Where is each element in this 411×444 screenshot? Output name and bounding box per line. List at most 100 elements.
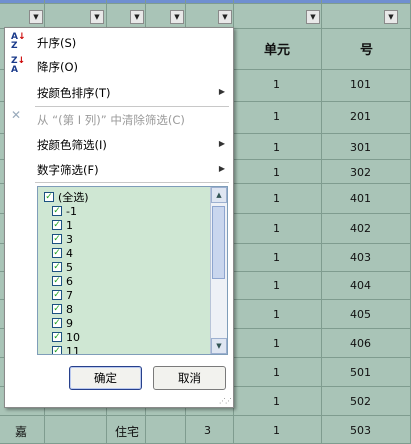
cell-unit[interactable]: 1 bbox=[273, 366, 280, 379]
cancel-button[interactable]: 取消 bbox=[153, 366, 226, 390]
cell-number[interactable]: 501 bbox=[350, 366, 371, 379]
cell-unit[interactable]: 1 bbox=[273, 166, 280, 179]
sort-ascending-icon: A↓ Z bbox=[11, 32, 26, 51]
cell-unit[interactable]: 1 bbox=[273, 337, 280, 350]
scroll-up-icon[interactable]: ▲ bbox=[211, 187, 227, 203]
cell-number[interactable]: 502 bbox=[350, 395, 371, 408]
menu-label: 降序(O) bbox=[37, 60, 79, 74]
cell-unit[interactable]: 1 bbox=[273, 251, 280, 264]
cell-number[interactable]: 402 bbox=[350, 222, 371, 235]
checkbox-checked[interactable]: ✓ bbox=[52, 234, 62, 244]
list-item[interactable]: ✓ 8 bbox=[52, 302, 73, 316]
menu-number-filters[interactable]: 数字筛选(F) ▶ bbox=[5, 158, 233, 180]
cell-c[interactable]: 住宅 bbox=[115, 423, 139, 440]
cell-number[interactable]: 401 bbox=[350, 192, 371, 205]
resize-grip-icon[interactable]: ⋰⋰ bbox=[219, 397, 232, 405]
menu-label: 数字筛选(F) bbox=[37, 163, 99, 177]
list-item-label: 1 bbox=[66, 218, 73, 232]
sort-descending-icon: Z↓ A bbox=[11, 56, 26, 75]
list-item[interactable]: ✓ 5 bbox=[52, 260, 73, 274]
list-item[interactable]: ✓ 10 bbox=[52, 330, 80, 344]
filter-dropdown-button[interactable]: ▼ bbox=[218, 10, 232, 24]
list-item[interactable]: ✓ 11 bbox=[52, 344, 80, 355]
cell-number[interactable]: 301 bbox=[350, 141, 371, 154]
list-scrollbar[interactable]: ▲ ▼ bbox=[210, 187, 227, 354]
cell-e[interactable]: 3 bbox=[204, 424, 211, 437]
checkbox-checked[interactable]: ✓ bbox=[52, 318, 62, 328]
filter-dropdown-button[interactable]: ▼ bbox=[29, 10, 43, 24]
submenu-arrow-icon: ▶ bbox=[218, 87, 225, 96]
cell-number[interactable]: 406 bbox=[350, 337, 371, 350]
menu-sort-ascending[interactable]: A↓ Z 升序(S) bbox=[5, 31, 233, 53]
menu-label: 按颜色筛选(I) bbox=[37, 138, 107, 152]
menu-label: 从 “(第 I 列)” 中清除筛选(C) bbox=[37, 113, 185, 127]
filter-dropdown-button[interactable]: ▼ bbox=[384, 10, 398, 24]
list-item-label: 6 bbox=[66, 274, 73, 288]
cell-unit[interactable]: 1 bbox=[273, 395, 280, 408]
menu-separator bbox=[35, 106, 229, 107]
cell-unit[interactable]: 1 bbox=[273, 141, 280, 154]
list-item-select-all[interactable]: ✓ (全选) bbox=[44, 190, 89, 204]
cell-number[interactable]: 403 bbox=[350, 251, 371, 264]
list-item-label: 11 bbox=[66, 344, 80, 355]
checkbox-checked[interactable]: ✓ bbox=[52, 248, 62, 258]
ok-button[interactable]: 确定 bbox=[69, 366, 142, 390]
cell-a[interactable]: 嘉 bbox=[15, 423, 27, 440]
list-item[interactable]: ✓ 3 bbox=[52, 232, 73, 246]
cell-number[interactable]: 405 bbox=[350, 308, 371, 321]
checkbox-checked[interactable]: ✓ bbox=[52, 346, 62, 354]
list-item-label: 3 bbox=[66, 232, 73, 246]
scrollbar-thumb[interactable] bbox=[212, 206, 225, 279]
cell-number[interactable]: 404 bbox=[350, 279, 371, 292]
menu-clear-filter: ✕ 从 “(第 I 列)” 中清除筛选(C) bbox=[5, 108, 233, 130]
menu-sort-descending[interactable]: Z↓ A 降序(O) bbox=[5, 55, 233, 77]
list-item[interactable]: ✓ 6 bbox=[52, 274, 73, 288]
autofilter-menu: A↓ Z 升序(S) Z↓ A 降序(O) 按颜色排序(T) ▶ ✕ 从 “(第 I… bbox=[4, 27, 234, 408]
cell-unit[interactable]: 1 bbox=[273, 192, 280, 205]
list-item[interactable]: ✓ 7 bbox=[52, 288, 73, 302]
checkbox-checked[interactable]: ✓ bbox=[52, 276, 62, 286]
cell-unit[interactable]: 1 bbox=[273, 424, 280, 437]
submenu-arrow-icon: ▶ bbox=[218, 139, 225, 148]
checkbox-checked[interactable]: ✓ bbox=[52, 332, 62, 342]
filter-dropdown-button[interactable]: ▼ bbox=[90, 10, 104, 24]
menu-filter-by-color[interactable]: 按颜色筛选(I) ▶ bbox=[5, 133, 233, 155]
cell-number[interactable]: 302 bbox=[350, 166, 371, 179]
submenu-arrow-icon: ▶ bbox=[218, 164, 225, 173]
cell-unit[interactable]: 1 bbox=[273, 279, 280, 292]
header-number: 号 bbox=[360, 43, 374, 58]
checkbox-checked[interactable]: ✓ bbox=[52, 290, 62, 300]
cell-number[interactable]: 101 bbox=[350, 78, 371, 91]
cell-unit[interactable]: 1 bbox=[273, 110, 280, 123]
checkbox-checked[interactable]: ✓ bbox=[52, 304, 62, 314]
filter-dropdown-button[interactable]: ▼ bbox=[170, 10, 184, 24]
list-item[interactable]: ✓ 9 bbox=[52, 316, 73, 330]
header-unit: 单元 bbox=[264, 43, 291, 58]
list-item-label: (全选) bbox=[58, 191, 89, 204]
list-item-label: 9 bbox=[66, 316, 73, 330]
filter-dropdown-button[interactable]: ▼ bbox=[130, 10, 144, 24]
cell-unit[interactable]: 1 bbox=[273, 222, 280, 235]
menu-label: 按颜色排序(T) bbox=[37, 86, 111, 100]
menu-label: 升序(S) bbox=[37, 36, 77, 50]
list-item-label: 5 bbox=[66, 260, 73, 274]
cell-unit[interactable]: 1 bbox=[273, 308, 280, 321]
filter-dropdown-button[interactable]: ▼ bbox=[306, 10, 320, 24]
list-item[interactable]: ✓ -1 bbox=[52, 204, 77, 218]
menu-sort-by-color[interactable]: 按颜色排序(T) ▶ bbox=[5, 81, 233, 103]
list-item-label: 8 bbox=[66, 302, 73, 316]
cell-unit[interactable]: 1 bbox=[273, 78, 280, 91]
list-item-label: 4 bbox=[66, 246, 73, 260]
list-item[interactable]: ✓ 1 bbox=[52, 218, 73, 232]
list-item[interactable]: ✓ 4 bbox=[52, 246, 73, 260]
cell-number[interactable]: 503 bbox=[350, 424, 371, 437]
scroll-down-icon[interactable]: ▼ bbox=[211, 338, 227, 354]
checkbox-checked[interactable]: ✓ bbox=[52, 220, 62, 230]
checkbox-checked[interactable]: ✓ bbox=[44, 192, 54, 202]
list-item-label: -1 bbox=[66, 204, 77, 218]
cell-number[interactable]: 201 bbox=[350, 110, 371, 123]
checkbox-checked[interactable]: ✓ bbox=[52, 206, 62, 216]
filter-value-list[interactable]: ✓ (全选) ✓ -1 ✓ 1 ✓ 3 ✓ 4 ✓ 5 ✓ 6 ✓ 7 ✓ 8 … bbox=[37, 186, 228, 355]
checkbox-checked[interactable]: ✓ bbox=[52, 262, 62, 272]
menu-separator bbox=[35, 182, 229, 183]
